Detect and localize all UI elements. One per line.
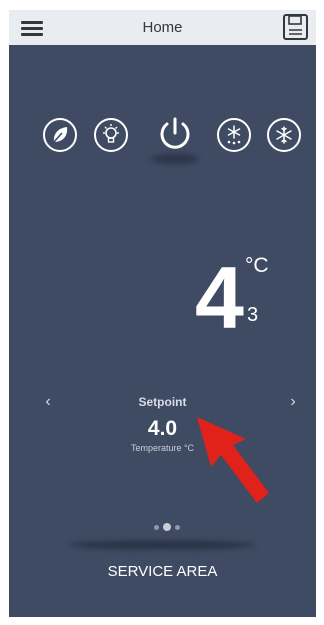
setpoint-label: Setpoint bbox=[138, 395, 187, 409]
temperature-sub-value: 3 bbox=[247, 304, 259, 326]
service-area-button[interactable]: SERVICE AREA bbox=[9, 563, 316, 580]
annotation-arrow-icon bbox=[197, 417, 269, 503]
page-dot[interactable] bbox=[175, 525, 180, 530]
floppy-disk-icon[interactable] bbox=[282, 13, 309, 41]
power-shadow bbox=[151, 154, 199, 164]
chevron-right-icon[interactable]: › bbox=[285, 393, 301, 411]
page-indicator bbox=[151, 523, 183, 533]
mode-bar bbox=[43, 112, 301, 164]
leaf-icon[interactable] bbox=[43, 118, 77, 152]
page-dot[interactable] bbox=[154, 525, 159, 530]
top-bar: Home bbox=[9, 10, 316, 45]
page-title: Home bbox=[142, 19, 183, 36]
light-bulb-icon[interactable] bbox=[94, 118, 128, 152]
page-dot-active[interactable] bbox=[163, 523, 171, 531]
hamburger-icon[interactable] bbox=[21, 18, 47, 38]
defrost-icon[interactable] bbox=[217, 118, 251, 152]
temperature-value: 4 bbox=[195, 248, 244, 347]
divider bbox=[69, 541, 256, 549]
power-icon[interactable] bbox=[153, 112, 197, 156]
app-screen: Home 4 °C 3 ‹ Setpoint › 4.0 Temperature… bbox=[9, 10, 316, 617]
temperature-unit: °C bbox=[245, 254, 269, 277]
snowflake-icon[interactable] bbox=[267, 118, 301, 152]
